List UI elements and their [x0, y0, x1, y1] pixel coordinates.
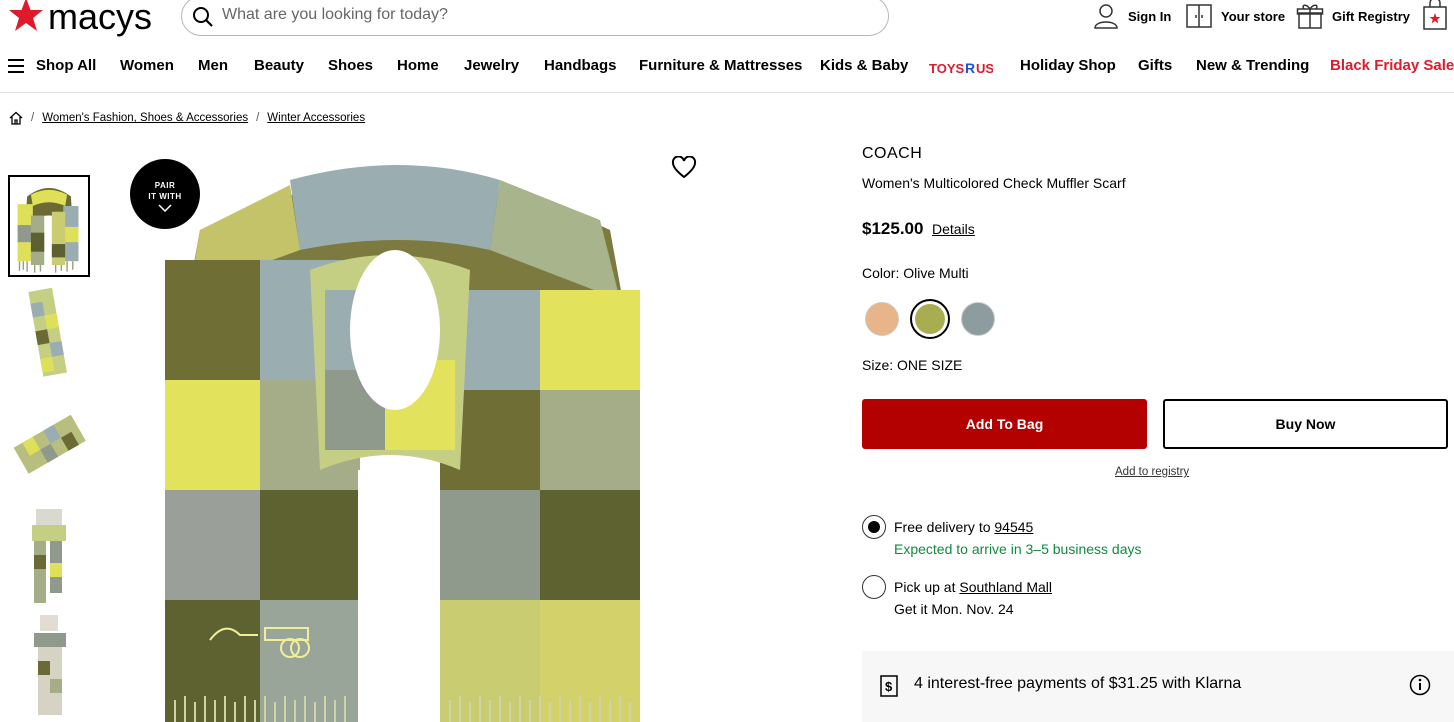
nav-home[interactable]: Home — [397, 57, 439, 74]
nav-handbags[interactable]: Handbags — [544, 57, 617, 74]
nav-toysrus-logo[interactable]: TOYS R US — [929, 58, 994, 82]
pair-label-1: PAIR — [154, 181, 176, 190]
header-divider — [0, 92, 1454, 93]
store-icon — [1186, 4, 1212, 28]
scarf-thumbnail-image — [8, 396, 90, 498]
pair-it-with-button[interactable]: PAIR IT WITH — [130, 159, 200, 229]
delivery-radio[interactable] — [862, 515, 886, 539]
search-icon[interactable] — [192, 6, 214, 28]
svg-text:R: R — [965, 60, 975, 76]
pickup-option: Pick up at Southland Mall — [894, 579, 1052, 595]
logo-text: macys — [48, 0, 152, 37]
breadcrumb-separator: / — [31, 112, 35, 124]
gift-registry-label: Gift Registry — [1332, 8, 1411, 24]
product-name: Women's Multicolored Check Muffler Scarf — [862, 175, 1126, 191]
color-swatch-grey-multi[interactable] — [961, 302, 995, 336]
breadcrumb-winter-accessories[interactable]: Winter Accessories — [267, 112, 365, 124]
svg-text:TOYS: TOYS — [929, 61, 964, 76]
pickup-radio[interactable] — [862, 575, 886, 599]
info-icon[interactable] — [1409, 674, 1431, 696]
main-nav: Shop All Women Men Beauty Shoes Home Jew… — [0, 46, 1454, 86]
nav-women[interactable]: Women — [120, 57, 174, 74]
breadcrumb-separator: / — [256, 112, 260, 124]
search-bar[interactable] — [181, 0, 889, 36]
scarf-image — [140, 140, 720, 722]
buy-now-button[interactable]: Buy Now — [1163, 399, 1448, 449]
payment-icon: $ — [880, 675, 898, 697]
product-brand[interactable]: COACH — [862, 145, 922, 163]
nav-shoes[interactable]: Shoes — [328, 57, 373, 74]
nav-men[interactable]: Men — [198, 57, 228, 74]
nav-jewelry[interactable]: Jewelry — [464, 57, 519, 74]
delivery-label: Free delivery — [894, 519, 975, 535]
nav-black-friday[interactable]: Black Friday Sale — [1330, 57, 1454, 74]
color-swatch-olive-multi[interactable] — [910, 299, 950, 339]
product-price: $125.00 — [862, 219, 924, 238]
nav-kids-baby[interactable]: Kids & Baby — [820, 57, 908, 74]
home-icon[interactable] — [9, 111, 23, 125]
thumbnail-5[interactable] — [8, 613, 90, 715]
add-to-registry-link[interactable]: Add to registry — [1115, 466, 1189, 478]
menu-icon[interactable] — [8, 59, 24, 73]
breadcrumb: / Women's Fashion, Shoes & Accessories /… — [9, 110, 365, 126]
chevron-down-icon — [158, 204, 172, 213]
scarf-thumbnail-image — [10, 177, 88, 275]
your-store-label: Your store — [1221, 8, 1286, 24]
zip-code-link[interactable]: 94545 — [994, 519, 1033, 535]
pickup-label: Pick up at — [894, 579, 956, 595]
klarna-text: 4 interest-free payments of $31.25 with … — [914, 675, 1242, 692]
scarf-thumbnail-image — [8, 283, 90, 385]
shopping-bag-icon — [1423, 0, 1447, 30]
svg-text:$: $ — [885, 679, 893, 694]
color-label: Color: Olive Multi — [862, 265, 969, 281]
pickup-eta: Get it Mon. Nov. 24 — [894, 601, 1014, 617]
scarf-thumbnail-image — [8, 505, 90, 607]
nav-new-trending[interactable]: New & Trending — [1196, 57, 1309, 74]
nav-gifts[interactable]: Gifts — [1138, 57, 1172, 74]
gift-registry-link[interactable]: Gift Registry — [1296, 2, 1410, 30]
nav-furniture[interactable]: Furniture & Mattresses — [639, 57, 802, 74]
pair-label-2: IT WITH — [148, 192, 182, 201]
heart-icon — [671, 155, 697, 179]
product-main-image[interactable] — [140, 140, 720, 722]
color-swatch-tan[interactable] — [865, 302, 899, 336]
breadcrumb-womens-fashion[interactable]: Women's Fashion, Shoes & Accessories — [42, 112, 248, 124]
pickup-store-link[interactable]: Southland Mall — [959, 579, 1052, 595]
gift-icon — [1296, 4, 1324, 29]
wishlist-heart-button[interactable] — [671, 155, 697, 185]
size-label: Size: ONE SIZE — [862, 357, 963, 373]
nav-beauty[interactable]: Beauty — [254, 57, 304, 74]
delivery-eta: Expected to arrive in 3–5 business days — [894, 541, 1142, 557]
sign-in-label: Sign In — [1128, 8, 1172, 24]
search-input[interactable] — [222, 3, 862, 27]
delivery-option: Free delivery to 94545 — [894, 519, 1033, 535]
delivery-to: to — [978, 519, 991, 535]
user-icon — [1094, 4, 1118, 29]
your-store-link[interactable]: Your store — [1185, 2, 1285, 30]
toysrus-logo: TOYS R US — [929, 60, 994, 76]
svg-text:US: US — [976, 61, 993, 76]
sign-in-link[interactable]: Sign In — [1092, 2, 1171, 30]
thumbnail-4[interactable] — [8, 505, 90, 607]
nav-shop-all[interactable]: Shop All — [36, 57, 96, 74]
macys-logo[interactable]: macys — [6, 0, 156, 38]
thumbnail-2[interactable] — [8, 283, 90, 385]
nav-holiday-shop[interactable]: Holiday Shop — [1020, 57, 1116, 74]
macys-star-icon: macys — [9, 0, 152, 37]
price-details-link[interactable]: Details — [932, 221, 975, 237]
klarna-banner: $ 4 interest-free payments of $31.25 wit… — [862, 651, 1454, 722]
bag-button[interactable] — [1421, 0, 1454, 30]
thumbnail-3[interactable] — [8, 396, 90, 498]
add-to-bag-button[interactable]: Add To Bag — [862, 399, 1147, 449]
scarf-thumbnail-image — [8, 613, 90, 715]
thumbnail-1[interactable] — [8, 175, 90, 277]
